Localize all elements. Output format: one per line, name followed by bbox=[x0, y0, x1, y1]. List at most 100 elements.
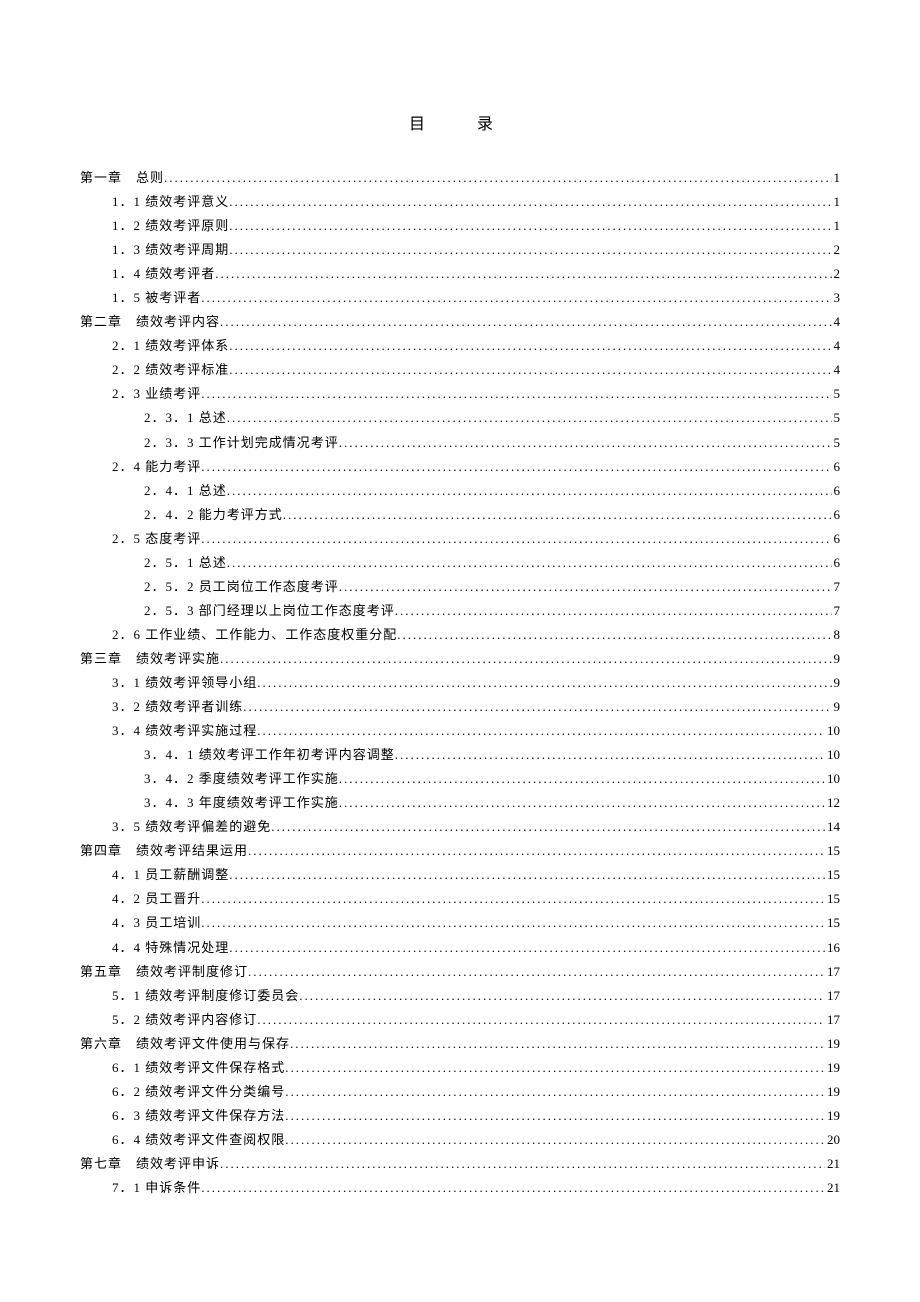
toc-entry: 4．2 员工晋升15 bbox=[80, 887, 840, 911]
toc-leader-dots bbox=[285, 1056, 825, 1080]
toc-entry-page: 14 bbox=[825, 815, 840, 839]
toc-entry-label: 1．2 绩效考评原则 bbox=[112, 214, 229, 238]
toc-entry: 2．5．2 员工岗位工作态度考评7 bbox=[80, 575, 840, 599]
toc-entry-label: 第二章 绩效考评内容 bbox=[80, 310, 220, 334]
toc-leader-dots bbox=[243, 695, 831, 719]
toc-entry-label: 6．1 绩效考评文件保存格式 bbox=[112, 1056, 285, 1080]
toc-entry-label: 3．4．3 年度绩效考评工作实施 bbox=[144, 791, 339, 815]
toc-leader-dots bbox=[299, 984, 825, 1008]
toc-entry-page: 17 bbox=[825, 984, 840, 1008]
toc-entry-label: 第三章 绩效考评实施 bbox=[80, 647, 220, 671]
toc-leader-dots bbox=[257, 1008, 825, 1032]
toc-entry-label: 第五章 绩效考评制度修订 bbox=[80, 960, 248, 984]
toc-leader-dots bbox=[285, 1080, 825, 1104]
toc-entry: 6．3 绩效考评文件保存方法19 bbox=[80, 1104, 840, 1128]
toc-entry-page: 12 bbox=[825, 791, 840, 815]
toc-entry-page: 17 bbox=[825, 960, 840, 984]
toc-leader-dots bbox=[220, 1152, 825, 1176]
toc-entry: 3．4．1 绩效考评工作年初考评内容调整10 bbox=[80, 743, 840, 767]
toc-entry-label: 4．1 员工薪酬调整 bbox=[112, 863, 229, 887]
toc-entry: 4．4 特殊情况处理16 bbox=[80, 936, 840, 960]
toc-entry-page: 4 bbox=[832, 358, 841, 382]
toc-entry-label: 4．3 员工培训 bbox=[112, 911, 201, 935]
toc-leader-dots bbox=[201, 887, 825, 911]
toc-entry-label: 2．1 绩效考评体系 bbox=[112, 334, 229, 358]
toc-entry-page: 7 bbox=[832, 599, 841, 623]
toc-entry: 3．4．3 年度绩效考评工作实施 12 bbox=[80, 791, 840, 815]
toc-entry: 3．4 绩效考评实施过程10 bbox=[80, 719, 840, 743]
toc-entry: 第七章 绩效考评申诉 21 bbox=[80, 1152, 840, 1176]
toc-entry: 2．6 工作业绩、工作能力、工作态度权重分配 8 bbox=[80, 623, 840, 647]
toc-entry: 2．2 绩效考评标准4 bbox=[80, 358, 840, 382]
toc-entry: 6．4 绩效考评文件查阅权限 20 bbox=[80, 1128, 840, 1152]
toc-leader-dots bbox=[395, 599, 832, 623]
toc-entry-label: 7．1 申诉条件 bbox=[112, 1176, 201, 1200]
toc-entry-label: 2．3．1 总述 bbox=[144, 406, 227, 430]
toc-entry: 第五章 绩效考评制度修订 17 bbox=[80, 960, 840, 984]
toc-entry-page: 6 bbox=[832, 455, 841, 479]
toc-entry-label: 2．4．1 总述 bbox=[144, 479, 227, 503]
toc-leader-dots bbox=[229, 936, 825, 960]
toc-leader-dots bbox=[229, 238, 831, 262]
toc-entry-page: 21 bbox=[825, 1152, 840, 1176]
toc-entry-page: 6 bbox=[832, 527, 841, 551]
toc-entry-label: 2．3．3 工作计划完成情况考评 bbox=[144, 431, 339, 455]
toc-entry-label: 2．5．1 总述 bbox=[144, 551, 227, 575]
toc-entry-page: 16 bbox=[825, 936, 840, 960]
toc-entry-label: 1．4 绩效考评者 bbox=[112, 262, 215, 286]
toc-entry-label: 5．1 绩效考评制度修订委员会 bbox=[112, 984, 299, 1008]
toc-entry-label: 6．4 绩效考评文件查阅权限 bbox=[112, 1128, 285, 1152]
toc-entry-label: 2．5．2 员工岗位工作态度考评 bbox=[144, 575, 339, 599]
toc-entry-page: 10 bbox=[825, 719, 840, 743]
toc-entry-label: 1．3 绩效考评周期 bbox=[112, 238, 229, 262]
toc-entry-label: 2．6 工作业绩、工作能力、工作态度权重分配 bbox=[112, 623, 397, 647]
toc-leader-dots bbox=[248, 839, 825, 863]
toc-entry: 2．4 能力考评6 bbox=[80, 455, 840, 479]
toc-entry: 6．1 绩效考评文件保存格式19 bbox=[80, 1056, 840, 1080]
toc-leader-dots bbox=[201, 455, 831, 479]
toc-leader-dots bbox=[227, 551, 832, 575]
toc-entry: 2．5．1 总述6 bbox=[80, 551, 840, 575]
toc-entry-page: 4 bbox=[832, 334, 841, 358]
toc-entry-label: 1．5 被考评者 bbox=[112, 286, 201, 310]
toc-list: 第一章 总则11．1 绩效考评意义11．2 绩效考评原则11．3 绩效考评周期2… bbox=[80, 166, 840, 1200]
toc-leader-dots bbox=[248, 960, 825, 984]
toc-entry-page: 5 bbox=[832, 382, 841, 406]
toc-entry: 4．1 员工薪酬调整15 bbox=[80, 863, 840, 887]
toc-entry: 2．3．1 总述5 bbox=[80, 406, 840, 430]
toc-entry-label: 3．4．2 季度绩效考评工作实施 bbox=[144, 767, 339, 791]
toc-entry-label: 第六章 绩效考评文件使用与保存 bbox=[80, 1032, 290, 1056]
toc-entry-label: 第七章 绩效考评申诉 bbox=[80, 1152, 220, 1176]
toc-leader-dots bbox=[395, 743, 825, 767]
toc-entry-page: 20 bbox=[825, 1128, 840, 1152]
toc-entry-page: 6 bbox=[832, 503, 841, 527]
document-page: 目 录 第一章 总则11．1 绩效考评意义11．2 绩效考评原则11．3 绩效考… bbox=[0, 0, 920, 1260]
toc-entry-label: 2．5．3 部门经理以上岗位工作态度考评 bbox=[144, 599, 395, 623]
toc-entry: 2．3．3 工作计划完成情况考评5 bbox=[80, 431, 840, 455]
toc-entry: 6．2 绩效考评文件分类编号19 bbox=[80, 1080, 840, 1104]
toc-entry-label: 2．4．2 能力考评方式 bbox=[144, 503, 283, 527]
toc-leader-dots bbox=[164, 166, 831, 190]
toc-entry: 5．2 绩效考评内容修订17 bbox=[80, 1008, 840, 1032]
toc-entry-page: 1 bbox=[832, 190, 841, 214]
toc-entry-label: 3．1 绩效考评领导小组 bbox=[112, 671, 257, 695]
toc-entry-page: 8 bbox=[832, 623, 841, 647]
toc-entry: 2．4．1 总述6 bbox=[80, 479, 840, 503]
toc-entry-label: 2．5 态度考评 bbox=[112, 527, 201, 551]
toc-leader-dots bbox=[227, 479, 832, 503]
toc-leader-dots bbox=[257, 671, 831, 695]
toc-entry: 1．5 被考评者3 bbox=[80, 286, 840, 310]
toc-entry-label: 3．2 绩效考评者训练 bbox=[112, 695, 243, 719]
toc-entry: 2．1 绩效考评体系 4 bbox=[80, 334, 840, 358]
toc-entry-label: 5．2 绩效考评内容修订 bbox=[112, 1008, 257, 1032]
toc-entry-page: 9 bbox=[832, 671, 841, 695]
toc-leader-dots bbox=[229, 358, 831, 382]
toc-entry: 2．4．2 能力考评方式 6 bbox=[80, 503, 840, 527]
toc-leader-dots bbox=[220, 647, 831, 671]
toc-leader-dots bbox=[339, 431, 832, 455]
toc-entry-page: 4 bbox=[832, 310, 841, 334]
toc-entry: 7．1 申诉条件21 bbox=[80, 1176, 840, 1200]
toc-title: 目 录 bbox=[80, 110, 840, 134]
toc-leader-dots bbox=[257, 719, 825, 743]
toc-leader-dots bbox=[229, 334, 831, 358]
